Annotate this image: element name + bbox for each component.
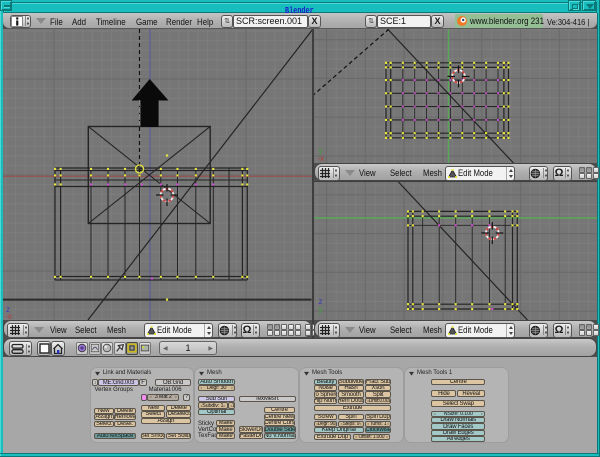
- svg-text:-x: -x: [5, 312, 12, 320]
- svg-text:y: y: [318, 305, 322, 314]
- svg-text:-x: -x: [317, 154, 324, 163]
